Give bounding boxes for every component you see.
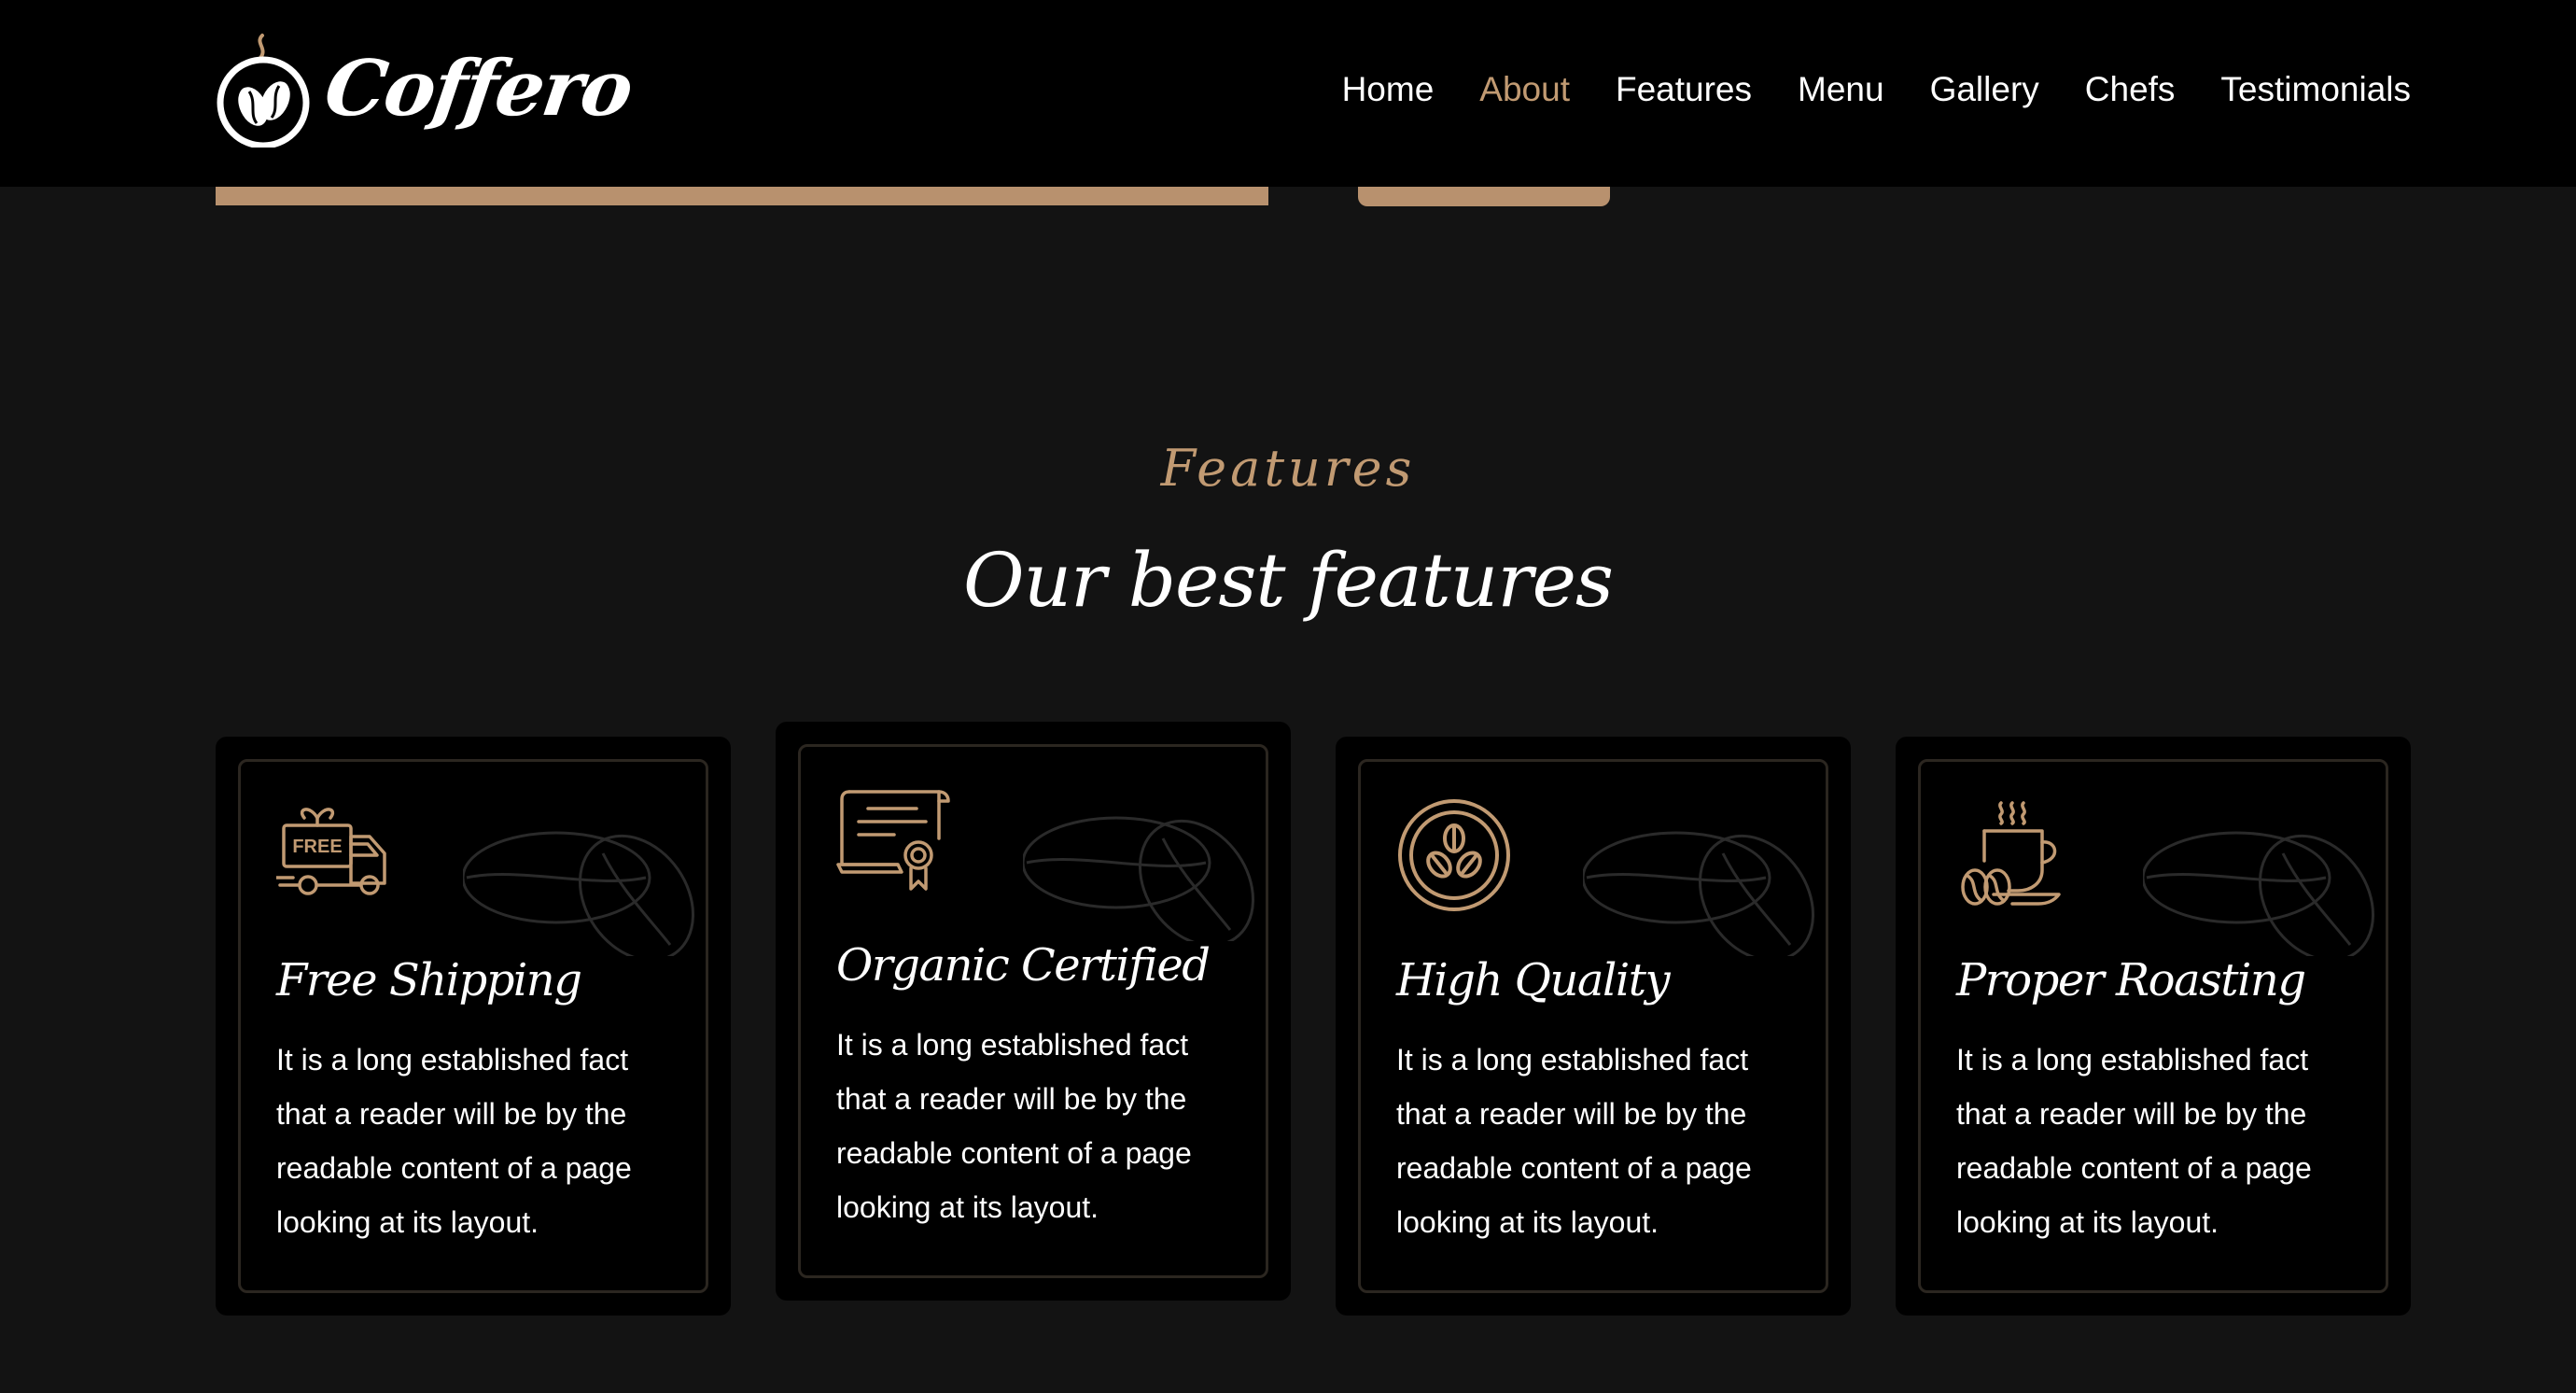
certificate-icon <box>836 790 950 891</box>
coffee-beans-circle-icon <box>1398 799 1510 911</box>
feature-card-title: Organic Certified <box>836 939 1211 992</box>
section-subtitle: Features <box>1160 439 1416 498</box>
coffee-bean-watermark-icon <box>2143 831 2375 956</box>
nav-item-home[interactable]: Home <box>1342 65 1435 114</box>
feature-card[interactable]: Organic Certified It is a long establish… <box>776 722 1291 1301</box>
main-nav: Home About Features Menu Gallery Chefs T… <box>1342 65 2411 114</box>
brand-logo[interactable]: Coffero <box>214 30 637 148</box>
feature-card-text: It is a long established fact that a rea… <box>836 1028 1192 1224</box>
coffee-bean-watermark-icon <box>1583 831 1815 956</box>
previous-section-bar <box>216 185 1268 205</box>
nav-item-features[interactable]: Features <box>1616 65 1752 114</box>
feature-card-border: Organic Certified It is a long establish… <box>798 744 1268 1278</box>
coffee-logo-icon <box>217 34 310 148</box>
coffee-bean-watermark-icon <box>1023 816 1255 941</box>
feature-card[interactable]: High Quality It is a long established fa… <box>1336 737 1851 1316</box>
feature-card[interactable]: Proper Roasting It is a long established… <box>1896 737 2411 1316</box>
svg-text:FREE: FREE <box>292 837 342 857</box>
section-title: Our best features <box>963 537 1614 624</box>
feature-card-title: Free Shipping <box>276 954 582 1006</box>
feature-card[interactable]: FREE Free Shipping It is a long establis… <box>216 737 731 1316</box>
feature-card-text: It is a long established fact that a rea… <box>1396 1043 1752 1239</box>
previous-section-button[interactable] <box>1358 185 1610 206</box>
feature-card-border: FREE Free Shipping It is a long establis… <box>238 759 708 1293</box>
nav-item-menu[interactable]: Menu <box>1798 65 1884 114</box>
feature-card-text: It is a long established fact that a rea… <box>1956 1043 2312 1239</box>
feature-card-border: Proper Roasting It is a long established… <box>1918 759 2388 1293</box>
feature-card-title: High Quality <box>1396 954 1671 1006</box>
feature-card-border: High Quality It is a long established fa… <box>1358 759 1828 1293</box>
coffee-cup-icon <box>1961 801 2061 906</box>
nav-item-about[interactable]: About <box>1479 65 1570 114</box>
free-shipping-truck-icon: FREE <box>276 808 386 895</box>
nav-item-chefs[interactable]: Chefs <box>2085 65 2176 114</box>
feature-card-text: It is a long established fact that a rea… <box>276 1043 632 1239</box>
coffee-bean-watermark-icon <box>463 831 695 956</box>
nav-item-gallery[interactable]: Gallery <box>1930 65 2039 114</box>
brand-name: Coffero <box>319 44 637 134</box>
nav-item-testimonials[interactable]: Testimonials <box>2220 65 2411 114</box>
navbar: Coffero Home About Features Menu Gallery… <box>0 0 2576 187</box>
feature-card-title: Proper Roasting <box>1956 954 2306 1006</box>
